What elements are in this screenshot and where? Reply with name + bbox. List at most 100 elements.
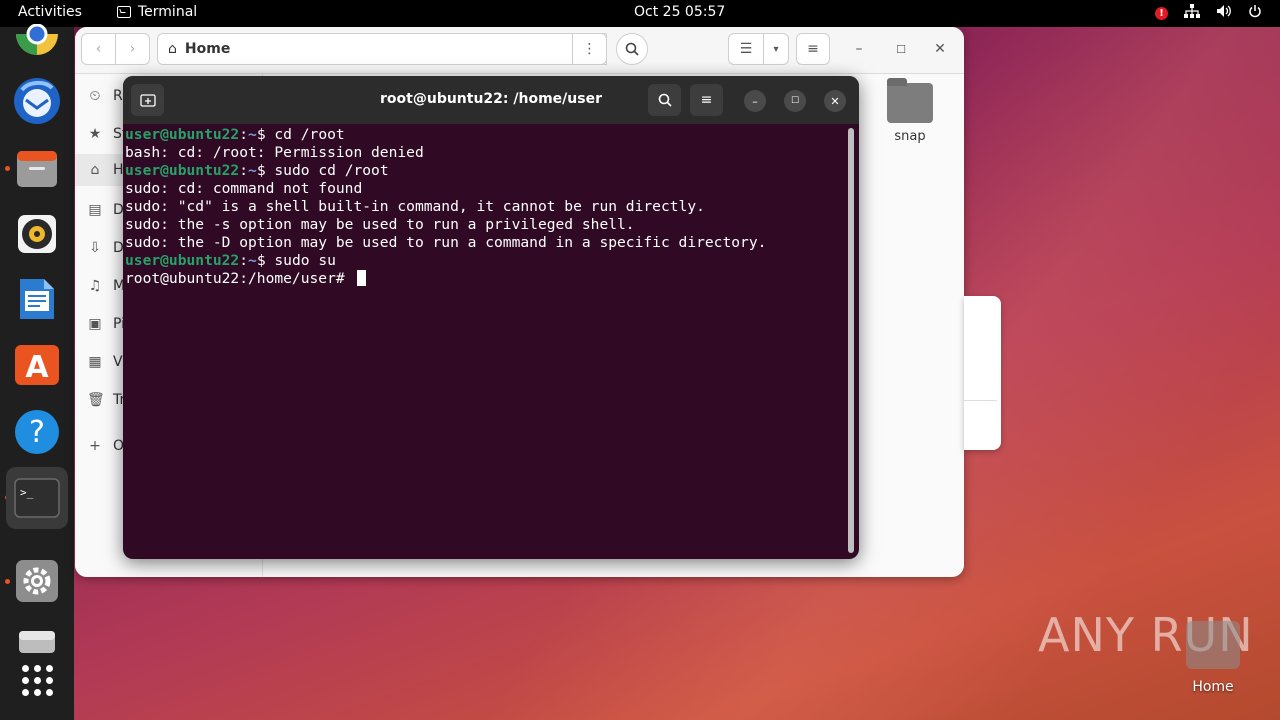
sidebar-item-trash[interactable]: 🗑 Tr	[87, 390, 125, 410]
chevron-left-icon: ‹	[95, 41, 102, 57]
chevron-down-icon: ▾	[773, 43, 779, 55]
popover-panel	[964, 296, 1001, 450]
minimize-icon: –	[855, 41, 863, 57]
help-launcher[interactable]: ?	[12, 407, 62, 457]
terminal-search-button[interactable]	[648, 84, 681, 116]
maximize-icon: ☐	[896, 42, 906, 56]
terminal-minimize-button[interactable]: –	[744, 90, 766, 112]
path-menu-button[interactable]: ⋮	[572, 33, 607, 65]
search-icon	[658, 93, 672, 107]
settings-launcher[interactable]	[12, 556, 62, 606]
terminal-output[interactable]: user@ubuntu22:~$ cd /root bash: cd: /root…	[125, 126, 845, 288]
network-icon[interactable]	[1184, 4, 1200, 22]
search-button[interactable]	[616, 33, 648, 65]
terminal-headerbar: root@ubuntu22: /home/user ≡ – ☐ ✕	[123, 76, 859, 124]
sidebar-item-other-locations[interactable]: + O	[87, 436, 124, 456]
dock: A ? >_	[0, 24, 74, 720]
terminal-line: user@ubuntu22:~$ cd /root	[125, 126, 345, 143]
close-icon: ✕	[830, 94, 840, 108]
writer-launcher[interactable]	[12, 274, 62, 324]
close-button[interactable]: ✕	[928, 33, 952, 65]
back-button[interactable]: ‹	[81, 33, 116, 65]
maximize-button[interactable]: ☐	[889, 33, 913, 65]
sidebar-item-pictures[interactable]: ▣ Pi	[87, 314, 125, 334]
thunderbird-launcher[interactable]	[12, 76, 62, 126]
view-options-button[interactable]: ▾	[763, 33, 789, 65]
music-icon: ♫	[88, 278, 102, 294]
minimize-button[interactable]: –	[847, 33, 871, 65]
rhythmbox-icon	[18, 215, 56, 253]
terminal-close-button[interactable]: ✕	[824, 90, 846, 112]
clock[interactable]: Oct 25 05:57	[634, 4, 725, 20]
power-icon[interactable]	[1248, 4, 1262, 22]
svg-text:A: A	[25, 350, 49, 385]
svg-text:?: ?	[29, 415, 45, 450]
trash-icon: 🗑	[87, 392, 105, 408]
text-cursor	[357, 270, 367, 286]
star-icon: ★	[88, 126, 102, 142]
downloads-icon: ⇩	[89, 240, 101, 256]
terminal-line: sudo: "cd" is a shell built-in command, …	[125, 198, 705, 215]
terminal-small-icon	[117, 6, 131, 18]
terminal-window[interactable]: root@ubuntu22: /home/user ≡ – ☐ ✕ user@u…	[123, 76, 859, 559]
disk-icon	[19, 631, 55, 653]
top-bar: Activities Terminal Oct 25 05:57 !	[0, 0, 1280, 27]
terminal-icon: >_	[14, 478, 60, 518]
show-apps-button[interactable]	[12, 655, 62, 705]
show-apps-icon	[21, 664, 53, 696]
path-home-label: Home	[184, 41, 231, 57]
terminal-scrollbar[interactable]	[848, 128, 854, 553]
sidebar-item-music[interactable]: ♫ M	[87, 276, 125, 296]
home-icon: ⌂	[168, 41, 177, 57]
prompt-path: ~	[248, 162, 257, 179]
files-headerbar: ‹ › ⌂ Home ⋮ ☰ ▾ ≡ – ☐ ✕	[75, 27, 964, 74]
command-text: $ sudo su	[256, 252, 336, 269]
terminal-line: user@ubuntu22:~$ sudo cd /root	[125, 162, 389, 179]
terminal-line: sudo: the -D option may be used to run a…	[125, 234, 767, 251]
terminal-line: user@ubuntu22:~$ sudo su	[125, 252, 336, 269]
sidebar-item-videos[interactable]: ▦ Vi	[87, 352, 126, 372]
activities-button[interactable]: Activities	[18, 4, 82, 20]
alert-icon[interactable]: !	[1155, 6, 1168, 20]
list-view-button[interactable]: ☰	[728, 33, 764, 65]
command-text: $ cd /root	[256, 126, 345, 143]
volume-icon[interactable]	[1216, 4, 1232, 22]
prompt-path: ~	[248, 126, 257, 143]
chrome-icon	[16, 24, 58, 55]
close-icon: ✕	[934, 41, 946, 57]
terminal-launcher[interactable]: >_	[6, 467, 68, 529]
files-launcher[interactable]	[12, 144, 62, 194]
kebab-menu-icon: ⋮	[582, 41, 597, 57]
forward-button[interactable]: ›	[115, 33, 150, 65]
terminal-menu-button[interactable]: ≡	[690, 84, 723, 116]
sidebar-item-documents[interactable]: ▤ D	[87, 200, 123, 220]
system-tray[interactable]: !	[1155, 4, 1262, 22]
chrome-launcher[interactable]	[12, 19, 62, 69]
help-icon: ?	[15, 410, 59, 454]
terminal-line: bash: cd: /root: Permission denied	[125, 144, 424, 161]
documents-icon: ▤	[88, 202, 102, 218]
folder-icon	[887, 78, 933, 123]
settings-icon	[16, 560, 58, 602]
sidebar-item-starred[interactable]: ★ St	[87, 124, 128, 144]
videos-icon: ▦	[88, 354, 102, 370]
pictures-icon: ▣	[88, 316, 102, 332]
app-center-icon: A	[15, 345, 59, 385]
app-menu[interactable]: Terminal	[117, 4, 197, 20]
home-icon: ⌂	[90, 162, 100, 178]
terminal-maximize-button[interactable]: ☐	[784, 90, 806, 112]
desktop-home-icon[interactable]: Home	[1184, 621, 1242, 695]
main-menu-button[interactable]: ≡	[796, 33, 830, 65]
home-folder-icon	[1186, 621, 1240, 669]
prompt-user: user@ubuntu22	[125, 162, 240, 179]
prompt-user: user@ubuntu22	[125, 252, 240, 269]
app-center-launcher[interactable]: A	[12, 340, 62, 390]
folder-snap[interactable]: snap	[886, 78, 934, 144]
path-bar[interactable]: ⌂ Home	[157, 33, 607, 65]
svg-text:>_: >_	[20, 486, 34, 499]
thunderbird-icon	[14, 78, 60, 124]
rhythmbox-launcher[interactable]	[12, 209, 62, 259]
sidebar-item-downloads[interactable]: ⇩ D	[87, 238, 124, 258]
other-locations-icon: +	[89, 438, 101, 454]
hamburger-icon: ≡	[807, 41, 819, 57]
